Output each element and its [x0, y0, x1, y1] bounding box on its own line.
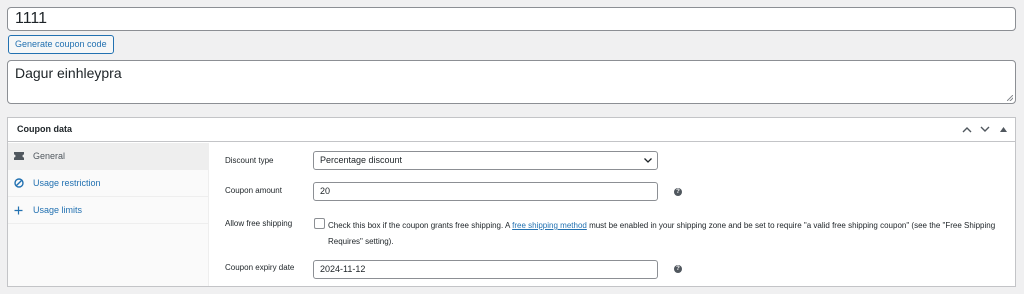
chevron-down-icon: [643, 154, 653, 172]
coupon-amount-label: Coupon amount: [225, 186, 282, 195]
resize-handle[interactable]: [1007, 95, 1013, 101]
free-shipping-text-before: Check this box if the coupon grants free…: [328, 221, 513, 230]
free-shipping-label: Allow free shipping: [225, 219, 293, 228]
tab-usage-limits-label: Usage limits: [33, 205, 83, 215]
generate-coupon-code-button[interactable]: Generate coupon code: [8, 35, 114, 54]
discount-type-select[interactable]: Percentage discount: [313, 151, 658, 170]
general-fields: Discount type Percentage discount Coupon…: [217, 143, 1015, 286]
free-shipping-method-link[interactable]: free shipping method: [512, 221, 587, 230]
coupon-description-textarea[interactable]: Dagur einhleypra: [7, 60, 1016, 104]
coupon-code-input[interactable]: 1111: [7, 7, 1016, 31]
tab-general-label: General: [33, 151, 66, 161]
panel-header: Coupon data: [8, 118, 1015, 142]
plus-icon: [14, 204, 28, 216]
help-icon[interactable]: ?: [674, 188, 682, 196]
collapse-toggle-icon[interactable]: [997, 122, 1009, 136]
panel-title: Coupon data: [17, 124, 72, 134]
discount-type-label: Discount type: [225, 156, 274, 165]
move-down-icon[interactable]: [979, 122, 991, 136]
free-shipping-description: Check this box if the coupon grants free…: [328, 218, 1008, 250]
expiry-date-label: Coupon expiry date: [225, 263, 295, 272]
help-icon[interactable]: ?: [674, 265, 682, 273]
tab-usage-limits[interactable]: Usage limits: [8, 197, 208, 224]
expiry-date-input[interactable]: 2024-11-12: [313, 260, 658, 279]
move-up-icon[interactable]: [961, 122, 973, 136]
ticket-icon: [14, 150, 28, 162]
panel-controls: [961, 122, 1009, 136]
restriction-icon: [14, 177, 28, 189]
coupon-data-panel: Coupon data General Usage restriction Us…: [7, 117, 1016, 287]
description-text: Dagur einhleypra: [15, 65, 122, 81]
tab-usage-restriction[interactable]: Usage restriction: [8, 170, 208, 197]
free-shipping-checkbox[interactable]: [314, 218, 325, 229]
tab-general[interactable]: General: [8, 143, 208, 170]
tab-usage-restriction-label: Usage restriction: [33, 178, 101, 188]
coupon-data-tabs: General Usage restriction Usage limits: [8, 143, 209, 286]
coupon-amount-input[interactable]: 20: [313, 182, 658, 201]
discount-type-value: Percentage discount: [320, 155, 403, 165]
